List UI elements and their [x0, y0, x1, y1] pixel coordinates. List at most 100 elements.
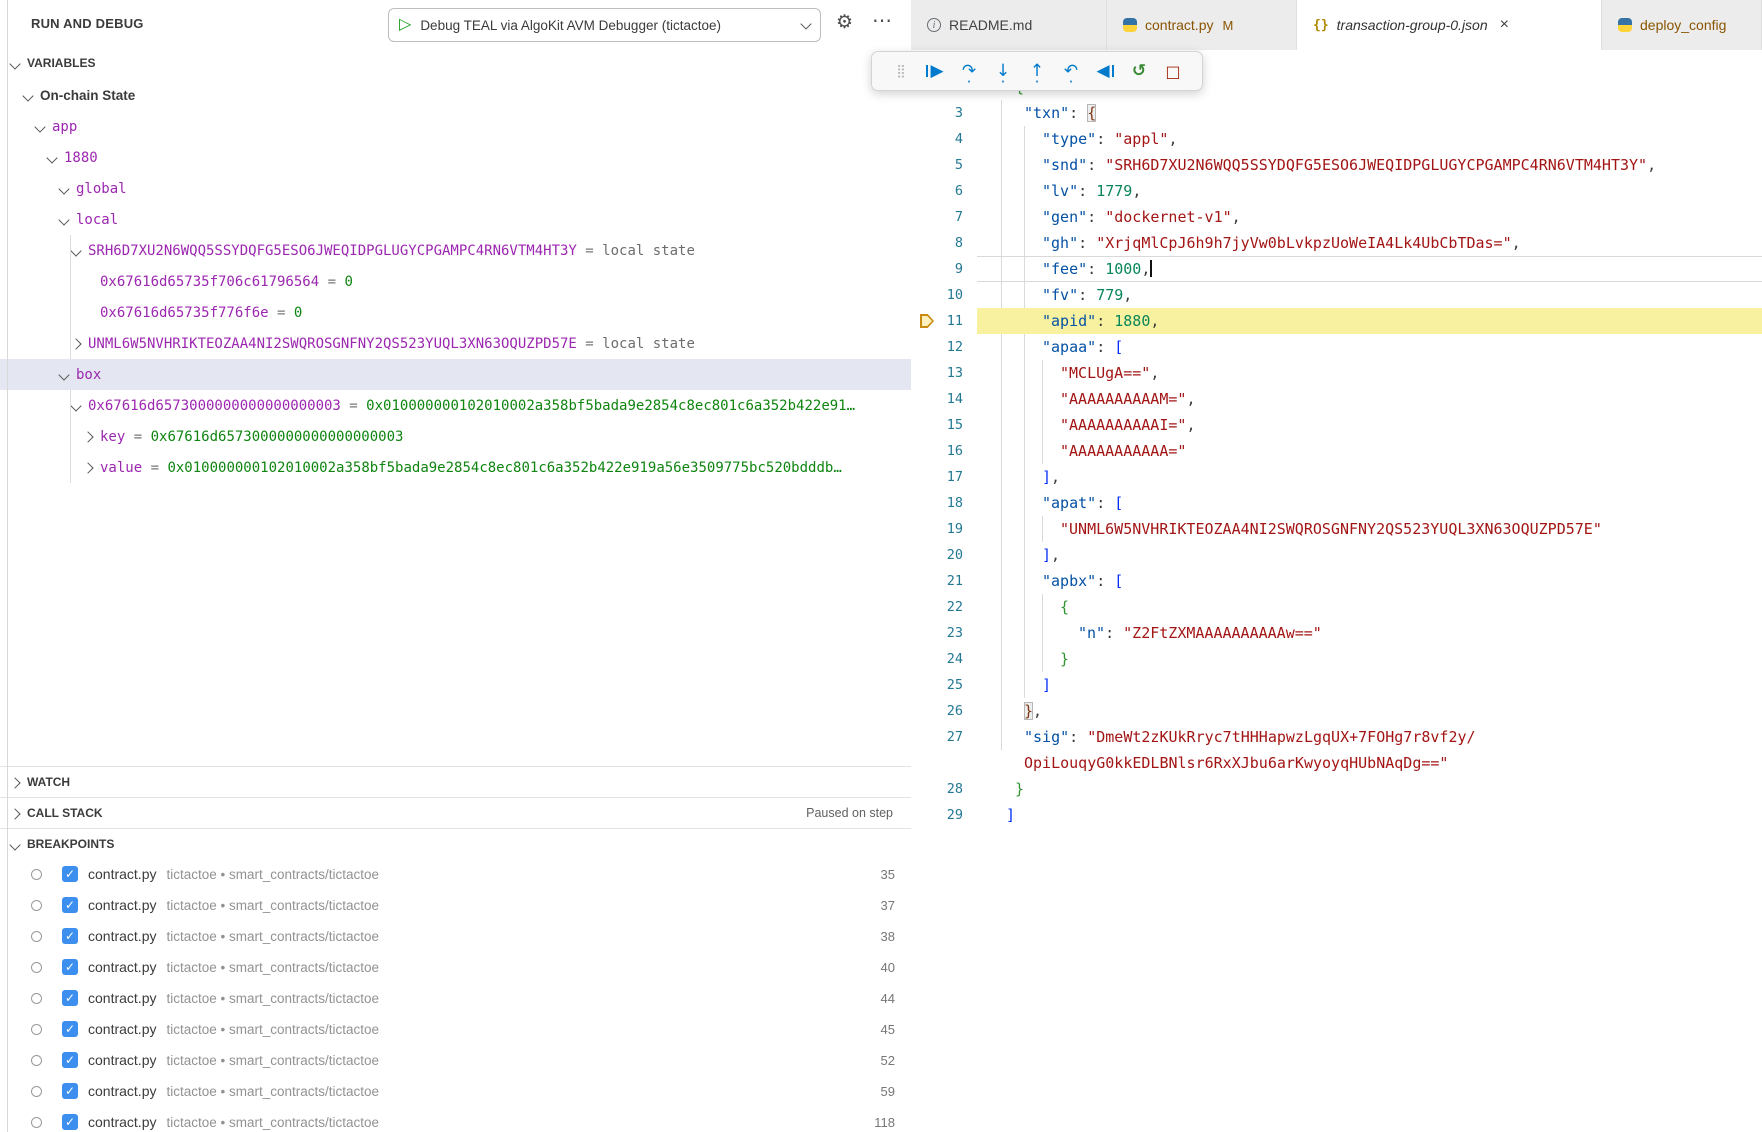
more-actions-icon[interactable]: ⋯ [872, 8, 893, 33]
code-editor[interactable]: 2{3"txn": {4"type": "appl",5"snd": "SRH6… [911, 50, 1762, 828]
step-back-icon[interactable]: ↶ [1058, 58, 1084, 84]
debug-configuration-dropdown[interactable]: ▷ Debug TEAL via AlgoKit AVM Debugger (t… [388, 8, 821, 42]
code-line-10[interactable]: 10"fv": 779, [911, 282, 1762, 308]
call-stack-section-header[interactable]: CALL STACK Paused on step [0, 797, 911, 828]
line-number[interactable]: 26 [911, 698, 977, 724]
tree-item-1880[interactable]: 1880 [0, 142, 911, 173]
breakpoint-row[interactable]: ✓contract.pytictactoe • smart_contracts/… [0, 952, 911, 983]
chevron-right-icon[interactable] [82, 462, 93, 473]
code-line-12[interactable]: 12"apaa": [ [911, 334, 1762, 360]
line-number[interactable]: 23 [911, 620, 977, 646]
code-line-23[interactable]: 23"n": "Z2FtZXMAAAAAAAAAAw==" [911, 620, 1762, 646]
code-line-24[interactable]: 24} [911, 646, 1762, 672]
breakpoint-checkbox[interactable]: ✓ [62, 1052, 78, 1068]
breakpoint-row[interactable]: ✓contract.pytictactoe • smart_contracts/… [0, 1107, 911, 1132]
code-line-wrap[interactable]: OpiLouqyG0kkEDLBNlsr6RxXJbu6arKwyoyqHUbN… [911, 750, 1762, 776]
chevron-down-icon[interactable] [46, 152, 57, 163]
code-line-15[interactable]: 15"AAAAAAAAAAI=", [911, 412, 1762, 438]
breakpoint-checkbox[interactable]: ✓ [62, 959, 78, 975]
breakpoint-checkbox[interactable]: ✓ [62, 928, 78, 944]
breakpoint-row[interactable]: ✓contract.pytictactoe • smart_contracts/… [0, 890, 911, 921]
breakpoint-row[interactable]: ✓contract.pytictactoe • smart_contracts/… [0, 1045, 911, 1076]
chevron-down-icon[interactable] [22, 90, 33, 101]
line-number[interactable]: 19 [911, 516, 977, 542]
chevron-down-icon[interactable] [58, 214, 69, 225]
breakpoint-checkbox[interactable]: ✓ [62, 1021, 78, 1037]
line-number[interactable]: 16 [911, 438, 977, 464]
tree-item-key[interactable]: key = 0x67616d6573000000000000000003 [0, 421, 911, 452]
line-number[interactable]: 12 [911, 334, 977, 360]
breakpoint-checkbox[interactable]: ✓ [62, 866, 78, 882]
close-icon[interactable]: × [1500, 17, 1509, 33]
code-line-26[interactable]: 26}, [911, 698, 1762, 724]
step-into-icon[interactable]: ↓ [990, 58, 1016, 84]
breakpoint-row[interactable]: ✓contract.pytictactoe • smart_contracts/… [0, 983, 911, 1014]
code-line-29[interactable]: 29] [911, 802, 1762, 828]
code-line-5[interactable]: 5"snd": "SRH6D7XU2N6WQQ5SSYDQFG5ESO6JWEQ… [911, 152, 1762, 178]
line-number[interactable]: 6 [911, 178, 977, 204]
chevron-right-icon[interactable] [82, 431, 93, 442]
tree-item-box[interactable]: box [0, 359, 911, 390]
line-number[interactable]: 29 [911, 802, 977, 828]
code-line-25[interactable]: 25] [911, 672, 1762, 698]
breakpoint-checkbox[interactable]: ✓ [62, 990, 78, 1006]
breakpoint-checkbox[interactable]: ✓ [62, 897, 78, 913]
tab-contract-py[interactable]: contract.pyM [1107, 0, 1297, 50]
line-number[interactable]: 24 [911, 646, 977, 672]
code-line-19[interactable]: 19"UNML6W5NVHRIKTEOZAA4NI2SWQROSGNFNY2QS… [911, 516, 1762, 542]
code-line-7[interactable]: 7"gen": "dockernet-v1", [911, 204, 1762, 230]
step-out-icon[interactable]: ↑ [1024, 58, 1050, 84]
line-number[interactable]: 28 [911, 776, 977, 802]
breakpoint-row[interactable]: ✓contract.pytictactoe • smart_contracts/… [0, 859, 911, 890]
line-number[interactable]: 8 [911, 230, 977, 256]
line-number[interactable]: 13 [911, 360, 977, 386]
code-line-4[interactable]: 4"type": "appl", [911, 126, 1762, 152]
tree-item-global[interactable]: global [0, 173, 911, 204]
line-number[interactable]: 10 [911, 282, 977, 308]
code-line-20[interactable]: 20], [911, 542, 1762, 568]
code-line-6[interactable]: 6"lv": 1779, [911, 178, 1762, 204]
breakpoint-checkbox[interactable]: ✓ [62, 1114, 78, 1130]
breakpoints-section-header[interactable]: BREAKPOINTS [0, 828, 911, 859]
code-line-22[interactable]: 22{ [911, 594, 1762, 620]
watch-section-header[interactable]: WATCH [0, 766, 911, 797]
reverse-continue-icon[interactable]: ◀ [1092, 58, 1118, 84]
tree-item-app[interactable]: app [0, 111, 911, 142]
tree-item-0x67616d6573[interactable]: 0x67616d6573000000000000000003 = 0x01000… [0, 390, 911, 421]
line-number[interactable]: 5 [911, 152, 977, 178]
code-line-9[interactable]: 9"fee": 1000, [911, 256, 1762, 282]
code-line-21[interactable]: 21"apbx": [ [911, 568, 1762, 594]
tree-item-0x67616d6573[interactable]: 0x67616d65735f706c61796564 = 0 [0, 266, 911, 297]
tab-transaction-group-0-json[interactable]: {}transaction-group-0.json× [1297, 0, 1602, 50]
code-line-18[interactable]: 18"apat": [ [911, 490, 1762, 516]
line-number[interactable]: 17 [911, 464, 977, 490]
code-line-16[interactable]: 16"AAAAAAAAAAA=" [911, 438, 1762, 464]
tree-item-0x67616d6573[interactable]: 0x67616d65735f776f6e = 0 [0, 297, 911, 328]
restart-icon[interactable]: ↺ [1126, 58, 1152, 84]
code-line-8[interactable]: 8"gh": "XrjqMlCpJ6h9h7jyVw0bLvkpzUoWeIA4… [911, 230, 1762, 256]
line-number[interactable]: 21 [911, 568, 977, 594]
code-line-17[interactable]: 17], [911, 464, 1762, 490]
line-number[interactable]: 15 [911, 412, 977, 438]
line-number[interactable]: 22 [911, 594, 977, 620]
tree-item-local[interactable]: local [0, 204, 911, 235]
tab-readme-md[interactable]: iREADME.md [911, 0, 1107, 50]
chevron-down-icon[interactable] [34, 121, 45, 132]
start-debug-icon[interactable]: ▷ [399, 17, 411, 33]
grip-icon[interactable]: ⣿ [888, 58, 914, 84]
breakpoint-row[interactable]: ✓contract.pytictactoe • smart_contracts/… [0, 1076, 911, 1107]
code-line-14[interactable]: 14"AAAAAAAAAAM=", [911, 386, 1762, 412]
chevron-right-icon[interactable] [70, 338, 81, 349]
line-number[interactable]: 9 [911, 256, 977, 282]
variables-section-header[interactable]: VARIABLES [0, 48, 911, 79]
tab-deploy-config[interactable]: deploy_config [1602, 0, 1762, 50]
chevron-down-icon[interactable] [70, 400, 81, 411]
breakpoint-row[interactable]: ✓contract.pytictactoe • smart_contracts/… [0, 921, 911, 952]
chevron-down-icon[interactable] [58, 369, 69, 380]
line-number[interactable]: 4 [911, 126, 977, 152]
chevron-down-icon[interactable] [58, 183, 69, 194]
line-number[interactable] [911, 750, 977, 776]
code-line-27[interactable]: 27"sig": "DmeWt2zKUkRryc7tHHHapwzLgqUX+7… [911, 724, 1762, 750]
breakpoint-row[interactable]: ✓contract.pytictactoe • smart_contracts/… [0, 1014, 911, 1045]
breakpoint-checkbox[interactable]: ✓ [62, 1083, 78, 1099]
